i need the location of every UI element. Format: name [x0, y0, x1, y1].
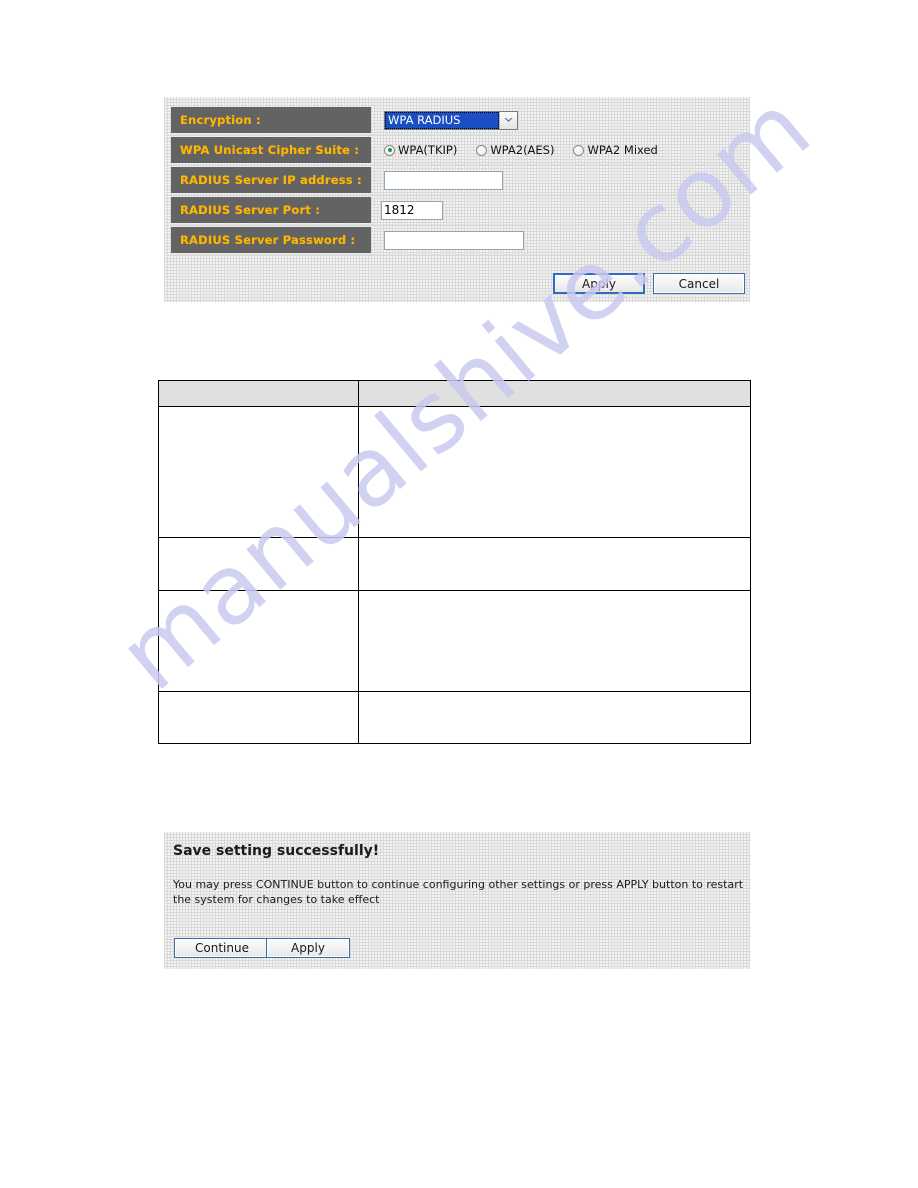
radius-server-ip-label: RADIUS Server IP address :	[171, 167, 371, 193]
table-header-cell-parameter	[158, 380, 359, 407]
table-cell-parameter	[158, 590, 359, 692]
row-divider	[171, 254, 743, 255]
row-divider	[171, 164, 743, 165]
apply-button[interactable]: Apply	[553, 273, 645, 294]
radius-server-port-label: RADIUS Server Port :	[171, 197, 371, 223]
radio-option-wpa2-mixed[interactable]: WPA2 Mixed	[573, 143, 658, 157]
table-cell-parameter	[158, 406, 359, 538]
radius-server-port-input[interactable]	[381, 200, 443, 220]
table-row	[158, 537, 751, 591]
row-divider	[171, 134, 743, 135]
radius-server-password-field	[384, 227, 524, 253]
table-cell-description	[358, 537, 751, 591]
cipher-suite-field: WPA(TKIP) WPA2(AES) WPA2 Mixed	[384, 137, 658, 163]
radio-indicator[interactable]	[573, 144, 585, 156]
encryption-label: Encryption :	[171, 107, 371, 133]
radius-server-ip-input[interactable]	[384, 170, 503, 190]
save-confirmation-panel: Save setting successfully! You may press…	[164, 832, 750, 969]
radio-label-wpa2-aes: WPA2(AES)	[490, 143, 555, 157]
table-cell-description	[358, 691, 751, 744]
radio-label-wpa2-mixed: WPA2 Mixed	[587, 143, 658, 157]
cancel-button[interactable]: Cancel	[653, 273, 745, 294]
cipher-suite-label: WPA Unicast Cipher Suite :	[171, 137, 371, 163]
table-row	[158, 406, 751, 538]
encryption-select-value: WPA RADIUS	[385, 111, 499, 129]
table-row	[158, 691, 751, 744]
chevron-down-icon[interactable]	[499, 111, 517, 129]
encryption-settings-panel: Encryption : WPA RADIUS WPA Unicast Ciph…	[164, 97, 750, 302]
radio-label-wpa-tkip: WPA(TKIP)	[398, 143, 458, 157]
radius-server-password-input[interactable]	[384, 230, 524, 250]
radio-option-wpa-tkip[interactable]: WPA(TKIP)	[384, 143, 457, 157]
continue-button[interactable]: Continue	[174, 938, 270, 958]
table-header-cell-description	[358, 380, 751, 407]
radio-indicator[interactable]	[384, 144, 395, 156]
radius-server-ip-field	[384, 167, 503, 193]
row-divider	[171, 224, 743, 225]
radius-server-password-label: RADIUS Server Password :	[171, 227, 371, 253]
table-cell-description	[358, 406, 751, 538]
cipher-suite-radio-group: WPA(TKIP) WPA2(AES) WPA2 Mixed	[384, 143, 658, 157]
save-success-description: You may press CONTINUE button to continu…	[173, 878, 744, 906]
encryption-field: WPA RADIUS	[384, 107, 518, 133]
table-row	[158, 590, 751, 692]
encryption-select[interactable]: WPA RADIUS	[384, 110, 518, 130]
radius-server-port-field	[381, 197, 443, 223]
parameter-description-table	[158, 380, 751, 744]
row-divider	[171, 194, 743, 195]
radio-indicator[interactable]	[476, 144, 488, 156]
radio-option-wpa2-aes[interactable]: WPA2(AES)	[476, 143, 554, 157]
save-success-title: Save setting successfully!	[173, 843, 380, 859]
table-header-row	[158, 380, 751, 407]
table-cell-description	[358, 590, 751, 692]
save-apply-button[interactable]: Apply	[266, 938, 350, 958]
table-cell-parameter	[158, 691, 359, 744]
table-cell-parameter	[158, 537, 359, 591]
